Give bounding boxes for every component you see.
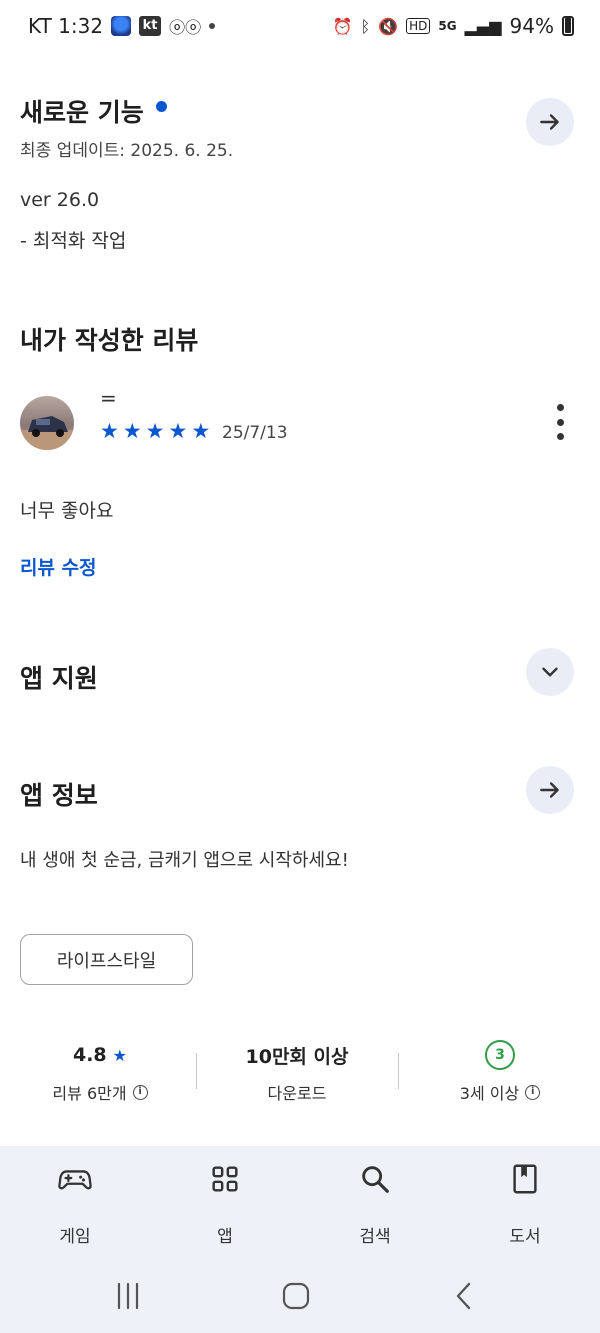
app-info-arrow-button[interactable] xyxy=(526,766,574,814)
back-icon[interactable] xyxy=(444,1278,484,1314)
bluetooth-icon: ᛒ xyxy=(360,16,371,36)
system-navigation-bar xyxy=(0,1266,600,1326)
rating-label: 리뷰 6만개 xyxy=(52,1084,127,1103)
avatar xyxy=(20,396,74,450)
star-icon: ★ xyxy=(168,419,188,443)
nav-books[interactable]: 도서 xyxy=(465,1162,585,1247)
release-note: - 최적화 작업 xyxy=(20,230,127,252)
star-icon: ★ xyxy=(191,419,211,443)
app-description: 내 생애 첫 순금, 금캐기 앱으로 시작하세요! xyxy=(20,850,349,871)
star-icon: ★ xyxy=(112,1045,127,1065)
app-info-title: 앱 정보 xyxy=(20,781,98,810)
apps-grid-icon xyxy=(212,1166,238,1192)
downloads-stat: 10만회 이상 다운로드 xyxy=(212,1040,382,1104)
home-icon[interactable] xyxy=(276,1278,316,1314)
category-chip[interactable]: 라이프스타일 xyxy=(20,934,193,985)
review-date: 25/7/13 xyxy=(222,423,288,443)
app-support-title: 앱 지원 xyxy=(20,664,98,693)
recent-apps-icon[interactable] xyxy=(108,1278,148,1314)
new-indicator-dot xyxy=(155,100,167,112)
arrow-right-icon xyxy=(540,114,559,130)
nav-apps[interactable]: 앱 xyxy=(165,1162,285,1247)
whats-new-title: 새로운 기능 xyxy=(20,93,167,129)
nav-games[interactable]: 게임 xyxy=(15,1162,135,1247)
star-icon: ★ xyxy=(100,419,119,443)
more-notifications-icon xyxy=(209,23,216,29)
battery-icon xyxy=(562,16,574,36)
age-stat[interactable]: 3 3세 이상 i xyxy=(420,1040,580,1104)
my-review-title: 내가 작성한 리뷰 xyxy=(20,326,199,355)
status-bar: KT 1:32 kt ⓞⓞ ⏰ ᛒ 🔇 HD 5G ▂▄▆ 94% xyxy=(0,0,600,56)
whats-new-arrow-button[interactable] xyxy=(526,98,574,146)
last-updated: 최종 업데이트: 2025. 6. 25. xyxy=(20,141,234,161)
gamepad-icon xyxy=(58,1170,92,1190)
age-rating-badge: 3 xyxy=(485,1040,515,1070)
version-text: ver 26.0 xyxy=(20,189,100,211)
rating-value: 4.8 xyxy=(72,1044,107,1066)
signal-icon: ▂▄▆ xyxy=(464,16,502,36)
star-icon: ★ xyxy=(122,419,142,443)
kt-icon: kt xyxy=(139,16,162,36)
stat-divider xyxy=(398,1053,399,1089)
bottom-navigation: 게임 앱 검색 도서 xyxy=(0,1146,600,1333)
battery-percent: 94% xyxy=(509,14,554,38)
notification-app-icon xyxy=(111,16,132,36)
nav-search-label: 검색 xyxy=(359,1227,391,1247)
nav-search[interactable]: 검색 xyxy=(315,1162,435,1247)
app-support-expand-button[interactable] xyxy=(526,648,574,696)
nav-books-label: 도서 xyxy=(509,1227,541,1247)
mute-icon: 🔇 xyxy=(378,16,399,36)
star-icon: ★ xyxy=(145,419,165,443)
whats-new-title-text: 새로운 기능 xyxy=(20,98,144,127)
alarm-icon: ⏰ xyxy=(332,16,353,36)
rating-stat[interactable]: 4.8 ★ 리뷰 6만개 i xyxy=(20,1040,180,1104)
downloads-label: 다운로드 xyxy=(267,1084,327,1103)
nav-games-label: 게임 xyxy=(59,1227,91,1247)
info-icon: i xyxy=(525,1084,541,1100)
downloads-value: 10만회 이상 xyxy=(245,1045,349,1068)
carrier-time: KT 1:32 xyxy=(28,14,104,38)
more-options-icon[interactable] xyxy=(548,404,572,440)
arrow-right-icon xyxy=(540,782,559,798)
hd-icon: HD xyxy=(406,18,431,34)
book-icon xyxy=(513,1164,537,1194)
edit-review-link[interactable]: 리뷰 수정 xyxy=(20,553,97,580)
info-icon: i xyxy=(132,1084,148,1100)
stat-divider xyxy=(196,1053,197,1089)
nav-apps-label: 앱 xyxy=(217,1227,233,1247)
star-rating: ★ ★ ★ ★ ★ xyxy=(100,420,210,442)
chevron-down-icon xyxy=(542,667,558,677)
network-5g-icon: 5G xyxy=(438,19,457,33)
review-text: 너무 좋아요 xyxy=(20,500,114,522)
search-icon xyxy=(362,1166,389,1193)
age-label: 3세 이상 xyxy=(459,1084,520,1103)
notification-icon: ⓞⓞ xyxy=(169,18,202,37)
reviewer-name: = xyxy=(100,386,117,410)
